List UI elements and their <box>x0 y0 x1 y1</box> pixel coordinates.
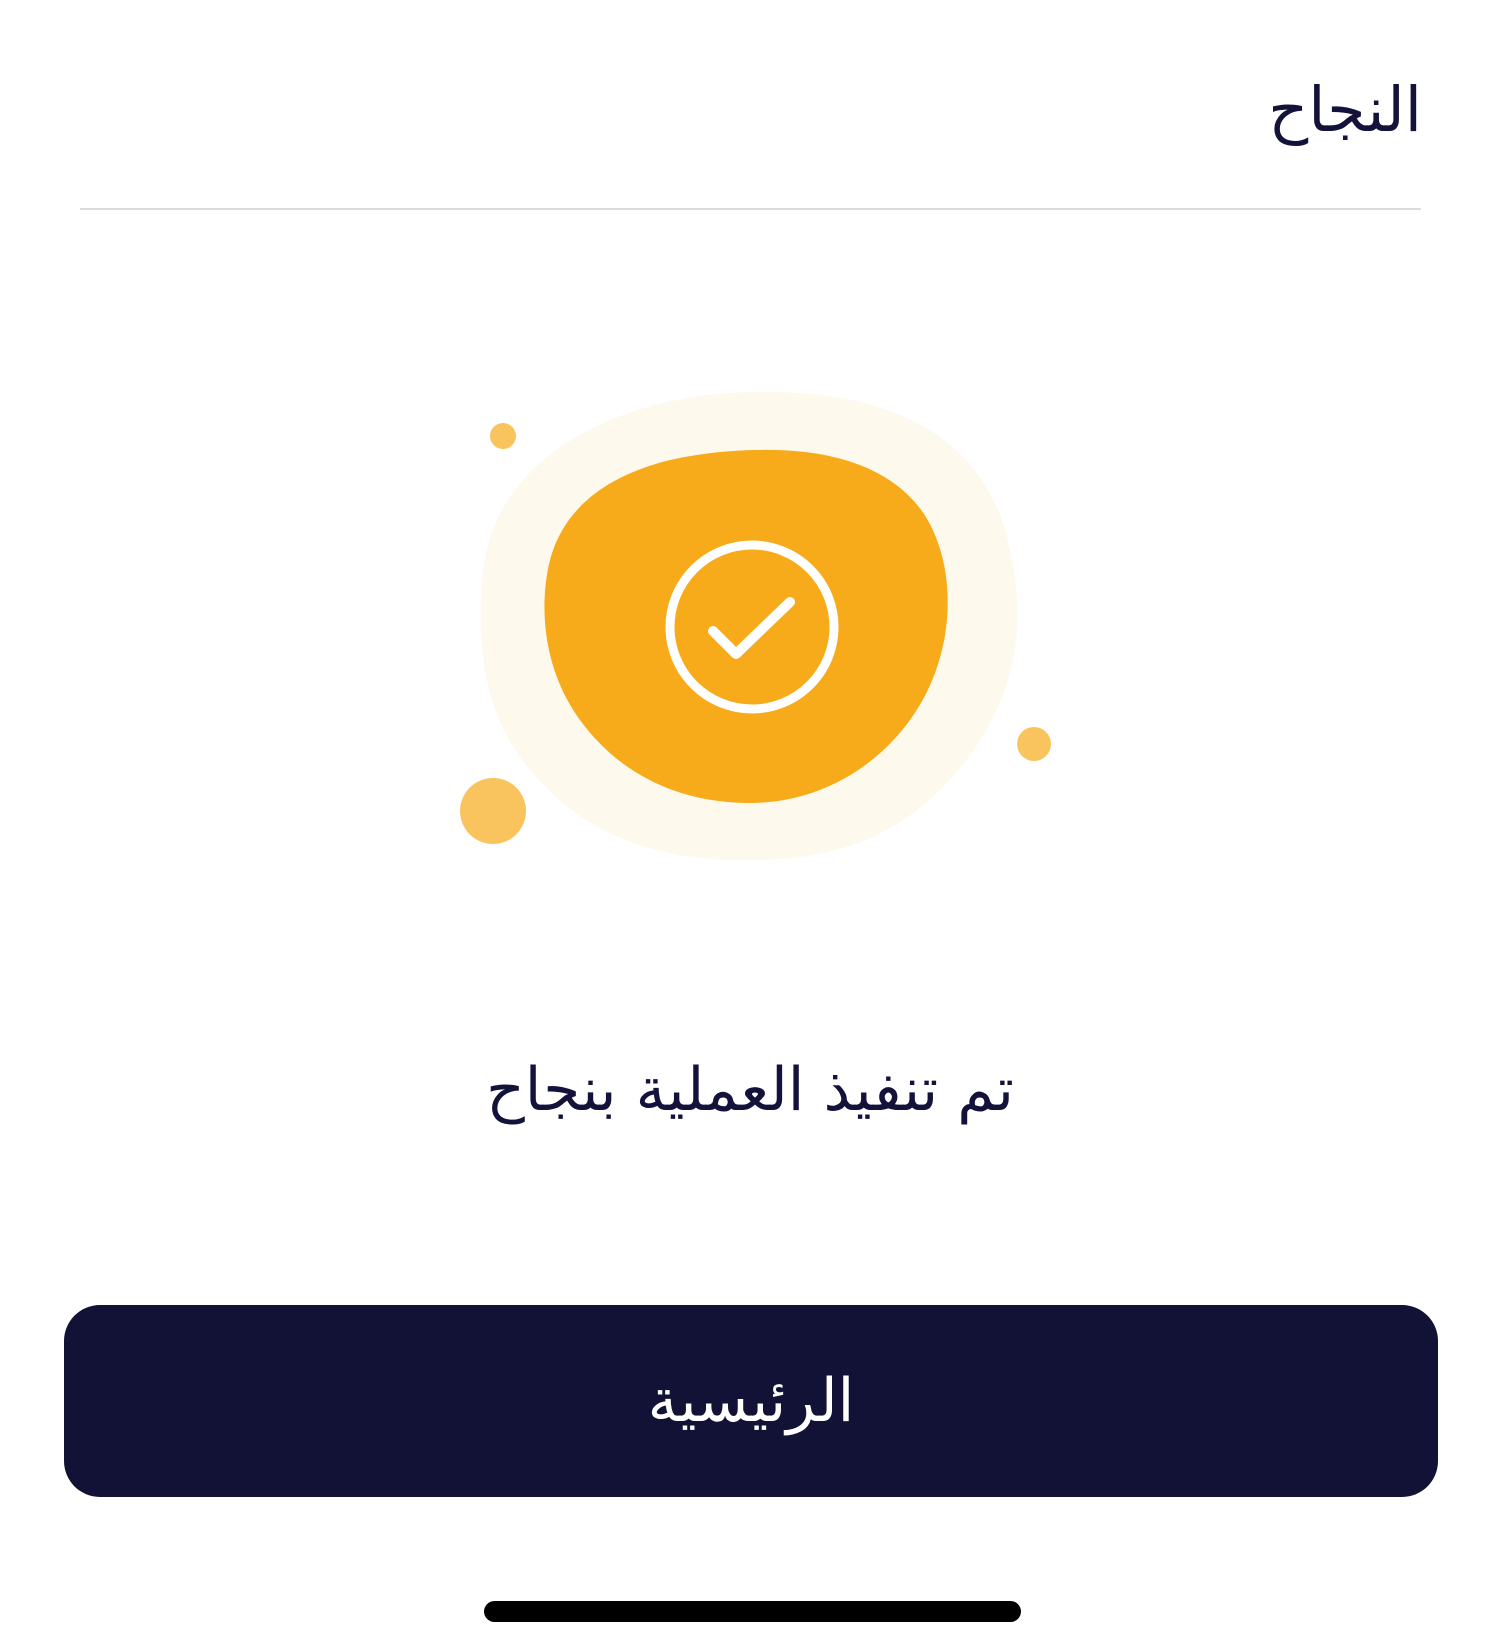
home-button[interactable]: الرئيسية <box>64 1305 1438 1497</box>
header-divider <box>80 208 1421 210</box>
success-illustration <box>440 380 1080 880</box>
dot-top-left <box>490 423 516 449</box>
dot-bottom-left <box>460 778 526 844</box>
success-message: تم تنفيذ العملية بنجاح <box>486 1055 1014 1125</box>
header: النجاح <box>0 0 1500 208</box>
dot-right <box>1017 727 1051 761</box>
page-title: النجاح <box>1268 73 1422 146</box>
home-indicator[interactable] <box>484 1601 1021 1622</box>
success-illustration-graphic <box>460 391 1051 861</box>
